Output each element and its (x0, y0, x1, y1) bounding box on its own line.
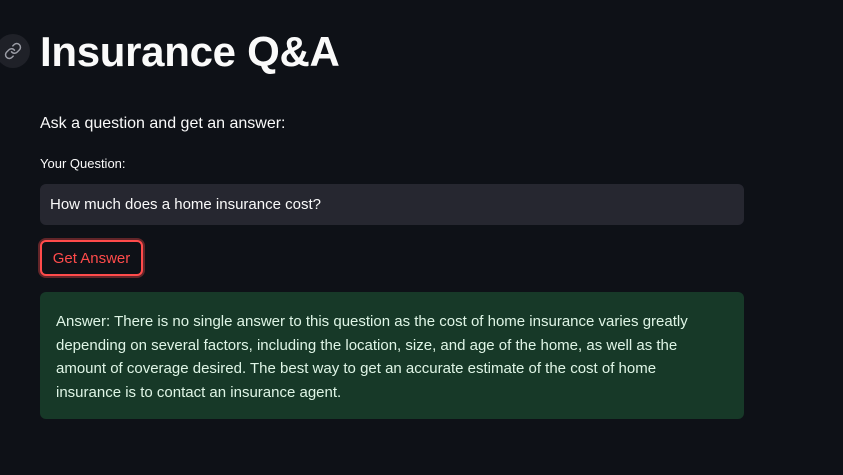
link-icon[interactable] (0, 34, 30, 68)
app-page: Insurance Q&A Ask a question and get an … (0, 0, 843, 475)
intro-text: Ask a question and get an answer: (40, 115, 286, 132)
page-title: Insurance Q&A (40, 28, 340, 75)
answer-alert: Answer: There is no single answer to thi… (40, 292, 744, 419)
question-label: Your Question: (40, 156, 126, 171)
question-input[interactable] (40, 184, 744, 225)
get-answer-button[interactable]: Get Answer (40, 240, 143, 276)
answer-text: Answer: There is no single answer to thi… (56, 313, 688, 401)
